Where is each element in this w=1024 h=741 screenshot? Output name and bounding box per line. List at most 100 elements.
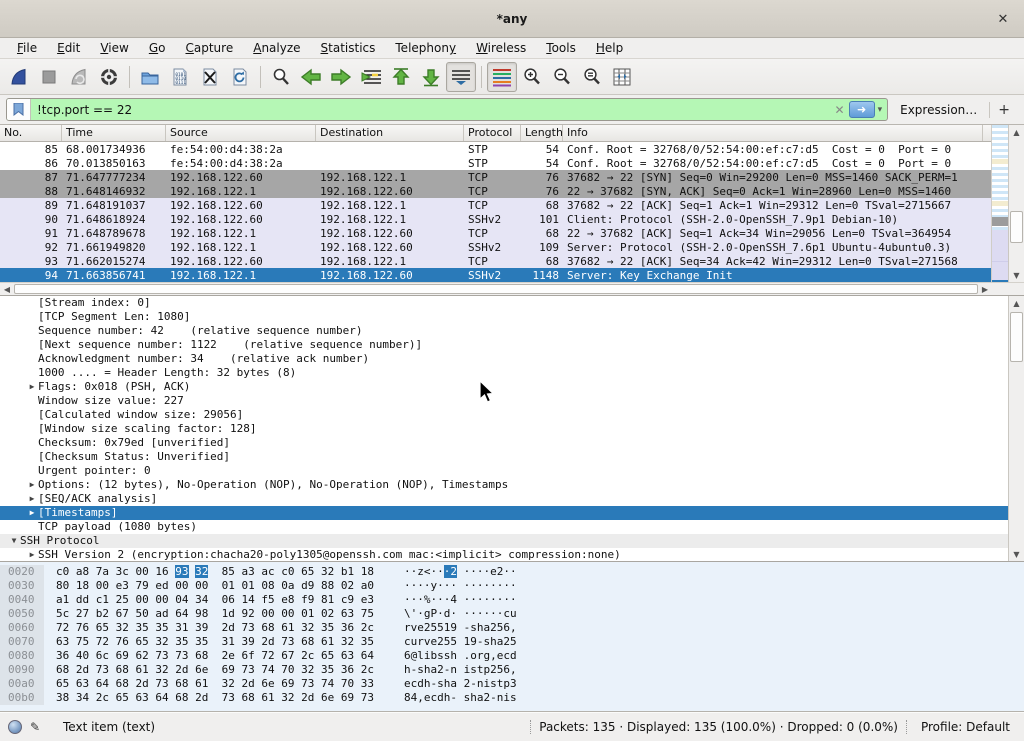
hex-row-0030[interactable]: 003080 18 00 e3 79 ed 00 00 01 01 08 0a …: [0, 579, 1024, 593]
column-header-length[interactable]: Length: [521, 125, 563, 141]
tree-collapsed-icon[interactable]: ▶: [26, 548, 38, 561]
colorize-button[interactable]: [487, 62, 517, 92]
hex-row-00b0[interactable]: 00b038 34 2c 65 63 64 68 2d 73 68 61 32 …: [0, 691, 1024, 705]
details-vscrollbar[interactable]: ▲ ▼: [1008, 296, 1024, 561]
scroll-up-icon[interactable]: ▲: [1009, 125, 1024, 139]
add-filter-button[interactable]: +: [989, 102, 1018, 118]
details-scroll-down-icon[interactable]: ▼: [1009, 547, 1024, 561]
find-packet-button[interactable]: [266, 62, 296, 92]
hex-row-0050[interactable]: 00505c 27 b2 67 50 ad 64 98 1d 92 00 00 …: [0, 607, 1024, 621]
tree-collapsed-icon[interactable]: ▶: [26, 492, 38, 506]
hex-row-0020[interactable]: 0020c0 a8 7a 3c 00 16 93 32 85 a3 ac c0 …: [0, 565, 1024, 579]
detail-line[interactable]: [Window size scaling factor: 128]: [0, 422, 1008, 436]
hex-row-0040[interactable]: 0040a1 dd c1 25 00 00 04 34 06 14 f5 e8 …: [0, 593, 1024, 607]
tree-expanded-icon[interactable]: ▼: [8, 534, 20, 548]
go-back-button[interactable]: [296, 62, 326, 92]
go-last-button[interactable]: [416, 62, 446, 92]
filter-apply-button[interactable]: ➜: [849, 101, 875, 118]
filter-bookmark-icon[interactable]: [7, 99, 31, 120]
column-header-info[interactable]: Info: [563, 125, 983, 141]
detail-line[interactable]: [Checksum Status: Unverified]: [0, 450, 1008, 464]
hex-row-0090[interactable]: 009068 2d 73 68 61 32 2d 6e 69 73 74 70 …: [0, 663, 1024, 677]
hex-ascii[interactable]: 84,ecdh- sha2-nis: [374, 691, 517, 705]
hex-ascii[interactable]: rve25519 -sha256,: [374, 621, 517, 635]
detail-line[interactable]: Checksum: 0x79ed [unverified]: [0, 436, 1008, 450]
menu-statistics[interactable]: Statistics: [312, 39, 385, 57]
detail-line[interactable]: Urgent pointer: 0: [0, 464, 1008, 478]
hex-bytes[interactable]: 72 76 65 32 35 35 31 39 2d 73 68 61 32 3…: [44, 621, 374, 635]
detail-line[interactable]: ▶Options: (12 bytes), No-Operation (NOP)…: [0, 478, 1008, 492]
detail-line[interactable]: TCP payload (1080 bytes): [0, 520, 1008, 534]
save-file-button[interactable]: 010101100111: [165, 62, 195, 92]
scroll-left-icon[interactable]: ◀: [0, 283, 14, 295]
packet-row-93[interactable]: 9371.662015274192.168.122.60192.168.122.…: [0, 254, 1024, 268]
detail-line[interactable]: [TCP Segment Len: 1080]: [0, 310, 1008, 324]
resize-columns-button[interactable]: [607, 62, 637, 92]
hex-bytes[interactable]: 80 18 00 e3 79 ed 00 00 01 01 08 0a d9 8…: [44, 579, 374, 593]
restart-capture-button[interactable]: [64, 62, 94, 92]
detail-line[interactable]: Sequence number: 42 (relative sequence n…: [0, 324, 1008, 338]
hex-bytes[interactable]: 68 2d 73 68 61 32 2d 6e 69 73 74 70 32 3…: [44, 663, 374, 677]
packet-row-89[interactable]: 8971.648191037192.168.122.60192.168.122.…: [0, 198, 1024, 212]
display-filter-input[interactable]: !tcp.port == 22: [31, 103, 831, 117]
open-file-button[interactable]: [135, 62, 165, 92]
details-scroll-up-icon[interactable]: ▲: [1009, 296, 1024, 310]
hex-row-0080[interactable]: 008036 40 6c 69 62 73 73 68 2e 6f 72 67 …: [0, 649, 1024, 663]
packet-row-91[interactable]: 9171.648789678192.168.122.1192.168.122.6…: [0, 226, 1024, 240]
tree-collapsed-icon[interactable]: ▶: [26, 380, 38, 394]
go-first-button[interactable]: [386, 62, 416, 92]
hex-ascii[interactable]: ···%···4 ········: [374, 593, 517, 607]
packet-list-vscrollbar[interactable]: ▲ ▼: [1008, 125, 1024, 282]
detail-line[interactable]: ▶[SEQ/ACK analysis]: [0, 492, 1008, 506]
tree-collapsed-icon[interactable]: ▶: [26, 478, 38, 492]
packet-row-87[interactable]: 8771.647777234192.168.122.60192.168.122.…: [0, 170, 1024, 184]
detail-line[interactable]: [Next sequence number: 1122 (relative se…: [0, 338, 1008, 352]
hex-ascii[interactable]: ····y··· ········: [374, 579, 517, 593]
close-window-icon[interactable]: ✕: [994, 10, 1012, 28]
go-to-packet-button[interactable]: [356, 62, 386, 92]
column-header-source[interactable]: Source: [166, 125, 316, 141]
menu-wireless[interactable]: Wireless: [467, 39, 535, 57]
capture-comment-icon[interactable]: ✎: [30, 720, 45, 735]
title-bar[interactable]: *any ✕: [0, 0, 1024, 38]
menu-help[interactable]: Help: [587, 39, 632, 57]
menu-tools[interactable]: Tools: [537, 39, 585, 57]
filter-dropdown-icon[interactable]: ▾: [877, 105, 888, 115]
packet-row-92[interactable]: 9271.661949820192.168.122.1192.168.122.6…: [0, 240, 1024, 254]
zoom-in-button[interactable]: [517, 62, 547, 92]
detail-line[interactable]: ▶SSH Version 2 (encryption:chacha20-poly…: [0, 548, 1008, 561]
scroll-down-icon[interactable]: ▼: [1009, 268, 1024, 282]
vscroll-thumb[interactable]: [1010, 211, 1023, 242]
detail-line[interactable]: ▼SSH Protocol: [0, 534, 1008, 548]
hex-ascii[interactable]: \'·gP·d· ······cu: [374, 607, 517, 621]
menu-analyze[interactable]: Analyze: [244, 39, 309, 57]
go-forward-button[interactable]: [326, 62, 356, 92]
profile-text[interactable]: Profile: Default: [915, 720, 1016, 734]
hex-ascii[interactable]: curve255 19-sha25: [374, 635, 517, 649]
menu-capture[interactable]: Capture: [176, 39, 242, 57]
packet-bytes-pane[interactable]: 0020c0 a8 7a 3c 00 16 93 32 85 a3 ac c0 …: [0, 562, 1024, 712]
packet-list-hscrollbar[interactable]: ◀ ▶: [0, 282, 1024, 295]
packet-row-88[interactable]: 8871.648146932192.168.122.1192.168.122.6…: [0, 184, 1024, 198]
menu-edit[interactable]: Edit: [48, 39, 89, 57]
packet-row-86[interactable]: 8670.013850163fe:54:00:d4:38:2aSTP54Conf…: [0, 156, 1024, 170]
hex-ascii[interactable]: 6@libssh .org,ecd: [374, 649, 517, 663]
detail-line[interactable]: 1000 .... = Header Length: 32 bytes (8): [0, 366, 1008, 380]
expression-button[interactable]: Expression…: [896, 103, 981, 117]
hex-bytes[interactable]: 65 63 64 68 2d 73 68 61 32 2d 6e 69 73 7…: [44, 677, 374, 691]
hex-bytes[interactable]: 38 34 2c 65 63 64 68 2d 73 68 61 32 2d 6…: [44, 691, 374, 705]
packet-list-header[interactable]: No.TimeSourceDestinationProtocolLengthIn…: [0, 125, 1024, 142]
hex-ascii[interactable]: ··z<···2 ····e2··: [374, 565, 517, 579]
close-file-button[interactable]: [195, 62, 225, 92]
detail-line[interactable]: Acknowledgment number: 34 (relative ack …: [0, 352, 1008, 366]
expert-info-icon[interactable]: [8, 720, 22, 734]
tree-collapsed-icon[interactable]: ▶: [26, 506, 38, 520]
column-header-no[interactable]: No.: [0, 125, 62, 141]
start-capture-button[interactable]: [4, 62, 34, 92]
packet-minimap[interactable]: [991, 125, 1008, 282]
hex-row-00a0[interactable]: 00a065 63 64 68 2d 73 68 61 32 2d 6e 69 …: [0, 677, 1024, 691]
detail-line[interactable]: ▶[Timestamps]: [0, 506, 1008, 520]
auto-scroll-button[interactable]: [446, 62, 476, 92]
hex-ascii[interactable]: h-sha2-n istp256,: [374, 663, 517, 677]
hex-ascii[interactable]: ecdh-sha 2-nistp3: [374, 677, 517, 691]
